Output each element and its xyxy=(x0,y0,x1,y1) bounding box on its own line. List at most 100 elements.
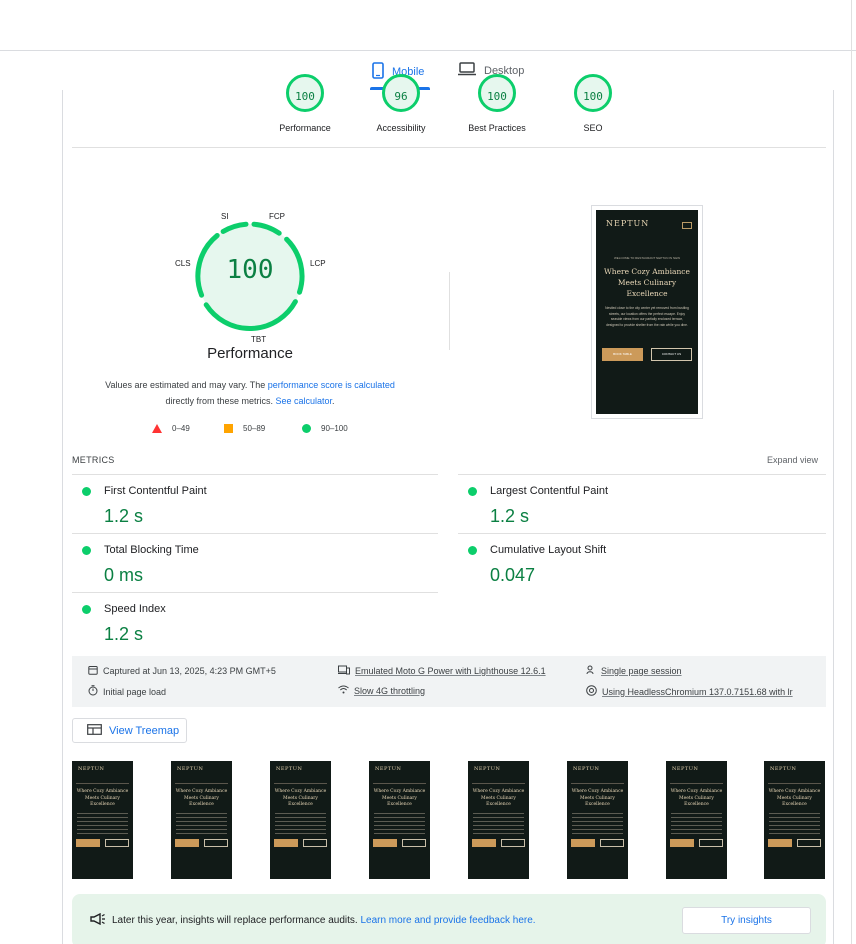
metric-si: Speed Index 1.2 s xyxy=(72,594,438,652)
insights-banner: Later this year, insights will replace p… xyxy=(72,894,826,944)
frame-button xyxy=(670,839,694,847)
gauge-label-lcp: LCP xyxy=(310,259,326,268)
frame-button xyxy=(175,839,199,847)
throttling-info[interactable]: Slow 4G throttling xyxy=(338,685,425,696)
frame-logo: NEPTUN xyxy=(474,766,501,772)
chrome-icon xyxy=(586,685,597,698)
device-text[interactable]: Emulated Moto G Power with Lighthouse 12… xyxy=(355,666,546,676)
category-gauge-best-practices[interactable]: 100 xyxy=(478,74,516,112)
category-label-performance[interactable]: Performance xyxy=(255,123,355,133)
frame-button xyxy=(373,839,397,847)
screenshot-welcome: WELCOME TO RESTAURANT NEPTUN IN NEW xyxy=(613,256,681,260)
filmstrip-frame: NEPTUN Where Cozy Ambiance Meets Culinary… xyxy=(666,761,727,879)
wifi-icon xyxy=(338,685,349,696)
frame-text xyxy=(769,813,820,835)
frame-text xyxy=(176,813,227,835)
session-info[interactable]: Single page session xyxy=(586,665,682,677)
category-gauge-performance[interactable]: 100 xyxy=(286,74,324,112)
legend-fail: 0–49 xyxy=(152,424,190,433)
treemap-label: View Treemap xyxy=(109,724,180,737)
frame-button xyxy=(472,839,496,847)
browser-text[interactable]: Using HeadlessChromium 137.0.7151.68 wit… xyxy=(602,687,793,697)
frame-heading: Where Cozy Ambiance Meets Culinary Excel… xyxy=(76,789,129,807)
metric-lcp: Largest Contentful Paint 1.2 s xyxy=(458,476,824,534)
metric-value: 1.2 s xyxy=(104,624,144,644)
captured-info: Captured at Jun 13, 2025, 4:23 PM GMT+5 xyxy=(88,665,276,677)
filmstrip-frame: NEPTUN Where Cozy Ambiance Meets Culinary… xyxy=(171,761,232,879)
frame-line xyxy=(373,783,426,784)
frame-button xyxy=(501,839,525,847)
frame-button xyxy=(797,839,821,847)
learn-more-link[interactable]: Learn more and provide feedback here. xyxy=(360,915,535,926)
category-gauge-accessibility[interactable]: 96 xyxy=(382,74,420,112)
category-label-best-practices[interactable]: Best Practices xyxy=(447,123,547,133)
vertical-divider xyxy=(449,272,450,350)
triangle-icon xyxy=(152,424,162,433)
pass-dot-icon xyxy=(82,605,91,614)
metric-divider xyxy=(72,592,438,593)
frame-button xyxy=(402,839,426,847)
session-text[interactable]: Single page session xyxy=(601,666,682,676)
metric-name: Speed Index xyxy=(104,603,166,615)
frame-text xyxy=(77,813,128,835)
metric-name: First Contentful Paint xyxy=(104,485,207,497)
metric-tbt: Total Blocking Time 0 ms xyxy=(72,535,438,593)
score-legend: 0–49 50–89 90–100 xyxy=(150,424,410,436)
frame-logo: NEPTUN xyxy=(177,766,204,772)
frame-logo: NEPTUN xyxy=(573,766,600,772)
runtime-settings: Captured at Jun 13, 2025, 4:23 PM GMT+5 … xyxy=(72,656,826,707)
frame-text xyxy=(671,813,722,835)
metric-name: Total Blocking Time xyxy=(104,544,199,556)
frame-line xyxy=(670,783,723,784)
frame-text xyxy=(374,813,425,835)
metric-value: 0.047 xyxy=(490,565,536,585)
captured-text: Captured at Jun 13, 2025, 4:23 PM GMT+5 xyxy=(103,666,276,676)
filmstrip-frame: NEPTUN Where Cozy Ambiance Meets Culinary… xyxy=(764,761,825,879)
frame-line xyxy=(274,783,327,784)
pass-dot-icon xyxy=(82,487,91,496)
metric-value: 1.2 s xyxy=(104,506,144,526)
circle-icon xyxy=(302,424,311,433)
performance-score: 100 xyxy=(226,255,274,285)
final-screenshot[interactable]: NEPTUN WELCOME TO RESTAURANT NEPTUN IN N… xyxy=(591,205,703,419)
screenshot-screen: NEPTUN WELCOME TO RESTAURANT NEPTUN IN N… xyxy=(596,210,698,414)
timer-icon xyxy=(88,685,98,698)
category-gauge-seo[interactable]: 100 xyxy=(574,74,612,112)
devices-icon xyxy=(338,665,350,677)
frame-logo: NEPTUN xyxy=(770,766,797,772)
metrics-header: METRICS Expand view xyxy=(72,455,826,473)
insights-message: Later this year, insights will replace p… xyxy=(90,912,536,928)
pass-dot-icon xyxy=(82,546,91,555)
frame-button xyxy=(600,839,624,847)
screenshot-contact-button: CONTACT US xyxy=(651,348,692,361)
screenshot-logo: NEPTUN xyxy=(606,219,650,228)
legend-fail-label: 0–49 xyxy=(172,424,190,433)
metric-name: Largest Contentful Paint xyxy=(490,485,609,497)
category-label-accessibility[interactable]: Accessibility xyxy=(351,123,451,133)
frame-line xyxy=(571,783,624,784)
mobile-phone-icon xyxy=(372,62,384,82)
gauge-label-tbt: TBT xyxy=(251,335,267,344)
frame-logo: NEPTUN xyxy=(78,766,105,772)
category-label-seo[interactable]: SEO xyxy=(543,123,643,133)
throttling-text[interactable]: Slow 4G throttling xyxy=(354,686,425,696)
treemap-icon xyxy=(87,723,102,738)
frame-text xyxy=(473,813,524,835)
performance-title: Performance xyxy=(207,345,293,362)
desc-text-2: directly from these metrics. xyxy=(165,396,276,406)
see-calculator-link[interactable]: See calculator xyxy=(275,396,332,406)
view-treemap-button[interactable]: View Treemap xyxy=(72,718,187,743)
frame-text xyxy=(275,813,326,835)
filmstrip-frame: NEPTUN Where Cozy Ambiance Meets Culinary… xyxy=(567,761,628,879)
performance-score-link[interactable]: performance score is calculated xyxy=(268,380,395,390)
expand-view-toggle[interactable]: Expand view xyxy=(767,455,818,465)
device-info[interactable]: Emulated Moto G Power with Lighthouse 12… xyxy=(338,665,546,677)
browser-info[interactable]: Using HeadlessChromium 137.0.7151.68 wit… xyxy=(586,685,793,698)
screenshot-book-button: BOOK TABLE xyxy=(602,348,643,361)
frame-line xyxy=(175,783,228,784)
frame-line xyxy=(76,783,129,784)
gauge-label-fcp: FCP xyxy=(269,212,285,221)
filmstrip-frame: NEPTUN Where Cozy Ambiance Meets Culinary… xyxy=(468,761,529,879)
frame-button xyxy=(768,839,792,847)
try-insights-button[interactable]: Try insights xyxy=(682,907,811,934)
